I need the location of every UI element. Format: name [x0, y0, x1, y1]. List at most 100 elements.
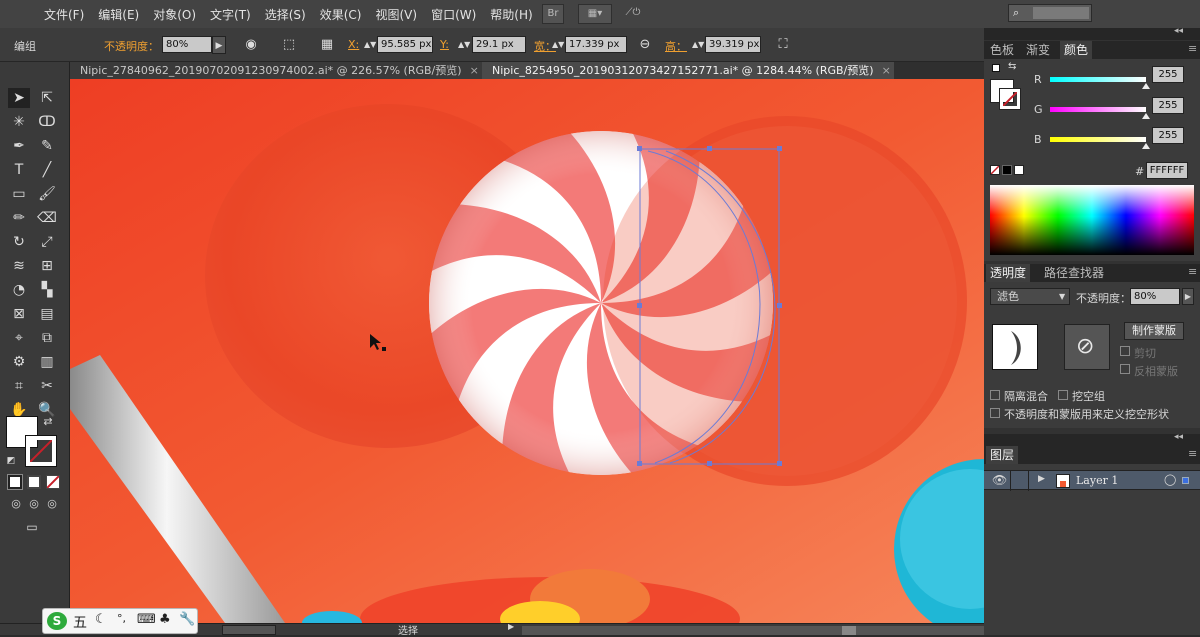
lasso-tool-icon[interactable]: ↀ [36, 112, 58, 132]
tab-transparency[interactable]: 透明度 [986, 264, 1031, 282]
reference-point-grid-icon[interactable]: ▦ [318, 36, 336, 54]
scale-tool-icon[interactable]: ⤢ [36, 232, 58, 252]
eyedropper-tool-icon[interactable]: ⌖ [8, 328, 30, 348]
r-slider[interactable] [1050, 77, 1150, 89]
selection-tool-icon[interactable]: ➤ [8, 88, 30, 108]
blend-tool-icon[interactable]: ⧉ [36, 328, 58, 348]
gradient-tool-icon[interactable]: ▤ [36, 304, 58, 324]
width-input[interactable]: 17.339 px [565, 36, 627, 53]
layer-name[interactable]: Layer 1 [1076, 474, 1118, 487]
x-input[interactable]: 95.585 px [377, 36, 433, 53]
constrain-proportions-link-icon[interactable]: ⊖ [636, 36, 654, 54]
gpu-performance-icon[interactable]: ⟋⏻ [620, 4, 646, 24]
r-input[interactable]: 255 [1152, 66, 1184, 83]
menu-edit[interactable]: 编辑(E) [98, 6, 139, 23]
menu-effect[interactable]: 效果(C) [320, 6, 362, 23]
tab-close-icon[interactable]: × [882, 64, 891, 77]
color-stroke-swatch[interactable] [999, 88, 1021, 110]
scrollbar-thumb[interactable] [842, 626, 856, 635]
none-mode-icon[interactable] [46, 475, 60, 489]
b-slider-thumb-icon[interactable] [1142, 143, 1150, 149]
black-color-chip[interactable] [1002, 165, 1012, 175]
curvature-tool-icon[interactable]: ✎ [36, 136, 58, 156]
horizontal-scrollbar[interactable] [522, 626, 984, 635]
blend-mode-select[interactable]: 滤色 ▼ [990, 288, 1070, 305]
invert-mask-checkbox[interactable] [1120, 364, 1130, 374]
menu-file[interactable]: 文件(F) [44, 6, 84, 23]
status-menu-arrow-icon[interactable]: ▶ [508, 622, 514, 631]
sogou-logo-icon[interactable]: S [47, 612, 67, 630]
mask-thumbnail[interactable]: ⊘ [1064, 324, 1110, 370]
expand-triangle-icon[interactable]: ▶ [1038, 474, 1045, 484]
draw-behind-icon[interactable]: ◎ [26, 496, 42, 512]
moon-icon[interactable]: ☾ [95, 612, 107, 627]
column-graph-tool-icon[interactable]: ▥ [36, 352, 58, 372]
none-color-chip[interactable] [990, 165, 1000, 175]
b-slider[interactable] [1050, 137, 1150, 149]
menu-help[interactable]: 帮助(H) [490, 6, 532, 23]
opacity-mask-define-checkbox[interactable] [990, 408, 1000, 418]
menu-select[interactable]: 选择(S) [265, 6, 306, 23]
rotate-tool-icon[interactable]: ↻ [8, 232, 30, 252]
shape-builder-tool-icon[interactable]: ◔ [8, 280, 30, 300]
draw-normal-icon[interactable]: ◎ [8, 496, 24, 512]
mesh-tool-icon[interactable]: ⊠ [8, 304, 30, 324]
tab-pathfinder[interactable]: 路径查找器 [1040, 264, 1108, 282]
opacity-dropdown-arrow-icon[interactable]: ▶ [212, 36, 226, 54]
default-color-icon[interactable] [992, 64, 1000, 72]
punctuation-icon[interactable]: °, [117, 612, 126, 625]
menu-type[interactable]: 文字(T) [210, 6, 251, 23]
swap-fill-stroke-icon[interactable]: ⇄ [40, 414, 56, 430]
eraser-tool-icon[interactable]: ⌫ [36, 208, 58, 228]
symbol-sprayer-tool-icon[interactable]: ⚙ [8, 352, 30, 372]
g-slider-thumb-icon[interactable] [1142, 113, 1150, 119]
recolor-artwork-icon[interactable]: ◉ [242, 36, 260, 54]
tab-gradient[interactable]: 渐变 [1022, 41, 1054, 59]
white-color-chip[interactable] [1014, 165, 1024, 175]
magic-wand-tool-icon[interactable]: ✳ [8, 112, 30, 132]
color-spectrum[interactable] [990, 185, 1194, 255]
panel-menu-icon[interactable]: ≡ [1188, 447, 1197, 460]
panel-menu-icon[interactable]: ≡ [1188, 42, 1197, 55]
color-mode-icon[interactable] [7, 474, 23, 490]
line-tool-icon[interactable]: ╱ [36, 160, 58, 180]
selection-indicator-icon[interactable] [1182, 477, 1189, 484]
g-input[interactable]: 255 [1152, 97, 1184, 114]
tab-document-2[interactable]: Nipic_8254950_20190312073427152771.ai* @… [482, 62, 894, 79]
b-input[interactable]: 255 [1152, 127, 1184, 144]
opacity-label[interactable]: 不透明度： [104, 38, 159, 54]
paintbrush-tool-icon[interactable]: 🖌 [36, 184, 58, 204]
menu-view[interactable]: 视图(V) [375, 6, 417, 23]
collapse-panels-icon[interactable]: ◂◂ [1174, 26, 1183, 36]
default-fill-stroke-icon[interactable]: ◩ [4, 454, 18, 468]
width-tool-icon[interactable]: ≋ [8, 256, 30, 276]
free-transform-tool-icon[interactable]: ⊞ [36, 256, 58, 276]
x-stepper-icon[interactable]: ▲▼ [364, 36, 376, 54]
opacity-arrow-icon[interactable]: ▶ [1182, 288, 1194, 305]
search-input[interactable] [1033, 7, 1089, 19]
y-stepper-icon[interactable]: ▲▼ [458, 36, 470, 54]
tab-color[interactable]: 颜色 [1060, 41, 1093, 59]
g-slider[interactable] [1050, 107, 1150, 119]
object-thumbnail[interactable] [992, 324, 1038, 370]
panel-menu-icon[interactable]: ≡ [1188, 265, 1197, 278]
gradient-mode-icon[interactable] [27, 475, 41, 489]
visibility-eye-icon[interactable]: 👁 [992, 473, 1007, 487]
r-slider-thumb-icon[interactable] [1142, 83, 1150, 89]
draw-inside-icon[interactable]: ◎ [44, 496, 60, 512]
bridge-button[interactable]: Br [542, 4, 564, 24]
menu-window[interactable]: 窗口(W) [431, 6, 476, 23]
stroke-swatch[interactable] [25, 435, 57, 467]
collapse-layers-icon[interactable]: ◂◂ [1174, 432, 1183, 442]
menu-object[interactable]: 对象(O) [153, 6, 196, 23]
clip-checkbox[interactable] [1120, 346, 1130, 356]
pencil-tool-icon[interactable]: ✏ [8, 208, 30, 228]
perspective-grid-tool-icon[interactable]: ▚ [36, 280, 58, 300]
tab-document-1[interactable]: Nipic_27840962_20190702091230974002.ai* … [70, 62, 482, 79]
y-input[interactable]: 29.1 px [472, 36, 526, 53]
height-stepper-icon[interactable]: ▲▼ [692, 36, 704, 54]
transform-icon[interactable]: ⛶ [774, 36, 792, 54]
skin-icon[interactable]: ♣ [159, 612, 171, 627]
rectangle-tool-icon[interactable]: ▭ [8, 184, 30, 204]
opacity-input[interactable]: 80% [162, 36, 212, 53]
